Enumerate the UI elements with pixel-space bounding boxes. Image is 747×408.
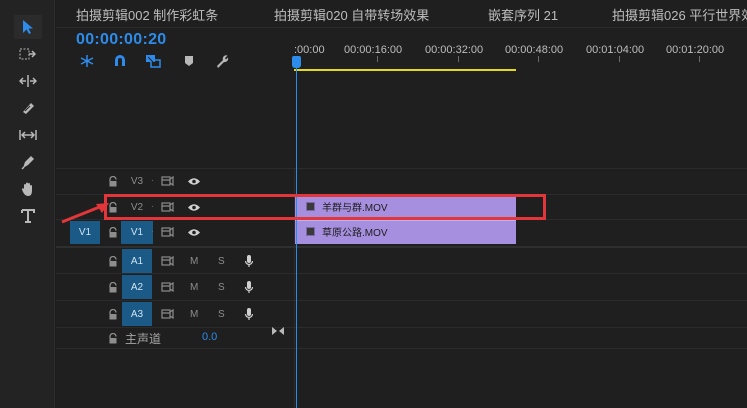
microphone-icon[interactable]: [242, 254, 256, 268]
sequence-tab-1[interactable]: 拍摄剪辑002 制作彩虹条: [76, 5, 218, 24]
annotation-arrow-icon: [61, 203, 109, 224]
sync-lock-icon[interactable]: [160, 280, 174, 294]
master-track-label: 主声道: [125, 332, 162, 346]
ruler-label: 00:01:04:00: [586, 44, 645, 56]
type-icon: [21, 209, 35, 223]
ruler-tick: [538, 56, 539, 62]
ruler-label: 00:01:20:00: [666, 44, 725, 56]
tab-divider: [56, 27, 747, 28]
linked-selection-icon: [146, 55, 161, 68]
type-tool[interactable]: [14, 204, 42, 228]
ruler-tick: [458, 56, 459, 62]
track-target-v1[interactable]: V1: [121, 221, 153, 244]
sync-lock-icon[interactable]: [160, 307, 174, 321]
ruler-tick: [377, 56, 378, 62]
sequence-tab-4[interactable]: 拍摄剪辑026 平行世界效: [612, 5, 747, 24]
lock-icon[interactable]: [106, 225, 120, 239]
lock-icon[interactable]: [106, 307, 120, 321]
track-master: 主声道 0.0: [56, 327, 747, 349]
track-v3: V3 .: [56, 168, 747, 193]
ripple-edit-tool[interactable]: [14, 69, 42, 93]
tools-panel: [0, 0, 55, 408]
track-target-a2[interactable]: A2: [122, 275, 152, 299]
playhead-line[interactable]: [296, 62, 297, 408]
ruler-label: 00:00:32:00: [425, 44, 484, 56]
clip-v1[interactable]: 草原公路.MOV: [295, 220, 516, 244]
slip-tool[interactable]: [14, 123, 42, 147]
marker-icon: [185, 56, 193, 66]
hand-icon: [21, 182, 32, 196]
ruler-label: :00:00: [294, 44, 325, 56]
pen-tool[interactable]: [14, 150, 42, 174]
sequence-tab-2[interactable]: 拍摄剪辑020 自带转场效果: [274, 5, 429, 24]
hand-tool[interactable]: [14, 177, 42, 201]
lock-icon[interactable]: [106, 331, 120, 345]
track-a3: A3 M S: [56, 300, 747, 327]
ripple-edit-icon: [19, 75, 37, 87]
selection-tool[interactable]: [14, 15, 42, 39]
sequence-tab-3[interactable]: 嵌套序列 21: [488, 5, 558, 24]
lock-icon[interactable]: [106, 280, 120, 294]
track-target-a3[interactable]: A3: [122, 302, 152, 326]
add-marker-button[interactable]: [180, 53, 198, 69]
solo-button[interactable]: S: [218, 282, 225, 293]
master-volume-value[interactable]: 0.0: [202, 331, 217, 343]
track-options-dot: .: [151, 224, 154, 235]
mute-button[interactable]: M: [190, 309, 198, 320]
lock-icon[interactable]: [106, 254, 120, 268]
linked-selection-button[interactable]: [144, 53, 162, 69]
track-select-tool[interactable]: [14, 42, 42, 66]
ruler-label: 00:00:48:00: [505, 44, 564, 56]
lock-icon[interactable]: [106, 174, 120, 188]
annotation-highlight-box: [104, 194, 546, 220]
timeline-settings-button[interactable]: [213, 53, 231, 69]
work-area-bar[interactable]: [294, 69, 516, 71]
playhead-handle[interactable]: [292, 56, 301, 68]
mute-button[interactable]: M: [190, 282, 198, 293]
sync-lock-icon[interactable]: [160, 254, 174, 268]
track-label-v3[interactable]: V3: [123, 170, 151, 193]
track-select-icon: [19, 48, 37, 60]
track-a2: A2 M S: [56, 273, 747, 300]
snap-button[interactable]: [111, 53, 129, 69]
jump-to-end-icon[interactable]: [271, 324, 285, 338]
nest-sequence-button[interactable]: [78, 53, 96, 69]
solo-button[interactable]: S: [218, 309, 225, 320]
track-a1: A1 M S: [56, 246, 747, 273]
eye-icon[interactable]: [187, 225, 201, 239]
ruler-tick: [699, 56, 700, 62]
ruler-label: 00:00:16:00: [344, 44, 403, 56]
playhead-timecode[interactable]: 00:00:00:20: [76, 31, 166, 49]
sync-lock-icon[interactable]: [160, 225, 174, 239]
razor-tool[interactable]: [14, 96, 42, 120]
ruler-tick: [619, 56, 620, 62]
magnet-icon: [115, 55, 125, 66]
eye-icon[interactable]: [187, 174, 201, 188]
solo-button[interactable]: S: [218, 256, 225, 267]
nest-sequence-icon: [80, 55, 94, 67]
microphone-icon[interactable]: [242, 307, 256, 321]
mute-button[interactable]: M: [190, 256, 198, 267]
track-target-a1[interactable]: A1: [122, 249, 152, 273]
pen-icon: [21, 156, 34, 170]
time-ruler[interactable]: :00:00 00:00:16:00 00:00:32:00 00:00:48:…: [294, 32, 747, 74]
slip-icon: [19, 130, 37, 140]
fx-badge-icon: [306, 227, 315, 236]
razor-icon: [23, 103, 34, 114]
track-options-dot: .: [151, 173, 154, 184]
clip-name: 草原公路.MOV: [322, 228, 388, 239]
sync-lock-icon[interactable]: [160, 174, 174, 188]
wrench-icon: [217, 55, 229, 68]
microphone-icon[interactable]: [242, 280, 256, 294]
selection-arrow-icon: [23, 20, 33, 34]
